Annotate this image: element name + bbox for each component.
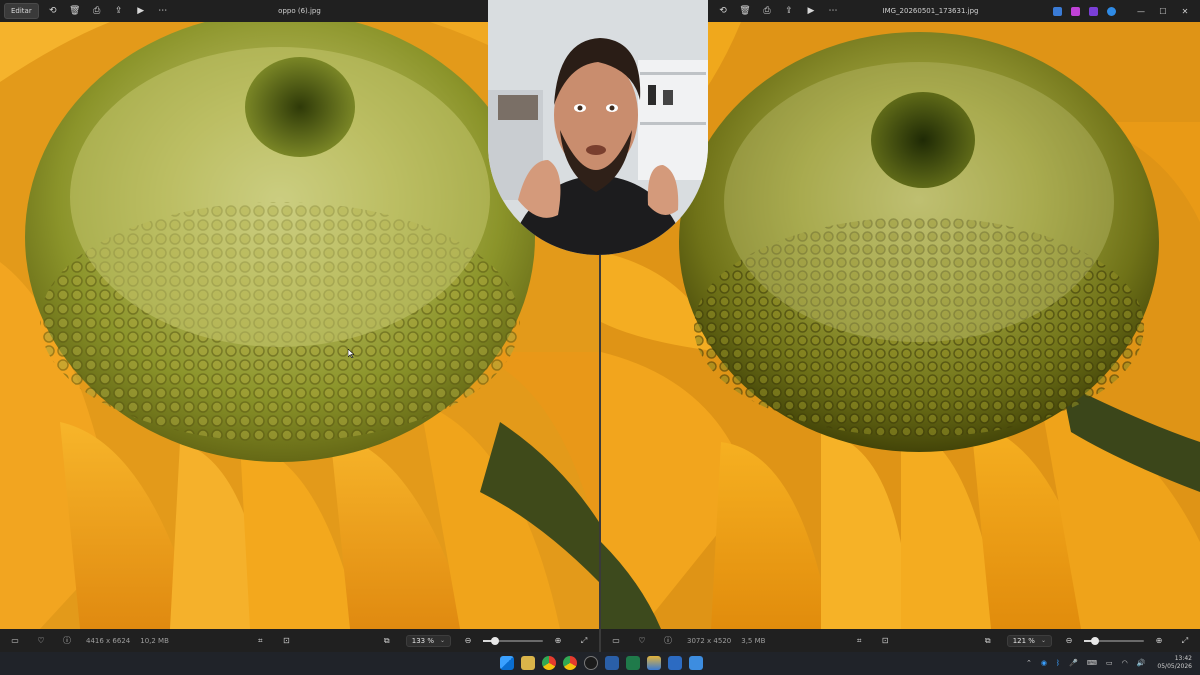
info-icon[interactable]: ⓘ [661,635,675,646]
right-statusbar: ▭ ♡ ⓘ 3072 x 4520 3,5 MB ⌗ ⊡ ⧉ 121 % ⌄ ⊖… [601,629,1200,652]
clock-date: 05/05/2026 [1157,663,1192,670]
more-icon[interactable]: ⋯ [825,3,841,19]
filmstrip-icon[interactable]: ▭ [8,636,22,645]
edit-app-icon[interactable] [1053,6,1062,16]
chevron-down-icon: ⌄ [439,637,446,644]
clock-time: 13:42 [1174,655,1192,662]
zoom-out-icon[interactable]: ⊖ [1062,636,1076,645]
windows-taskbar: ⌃ ◉ ᛒ 🎤 ⌨ ▭ ◠ 🔊 13:42 05/05/2026 [0,652,1200,675]
fullscreen-icon[interactable]: ⤢ [577,636,591,646]
bluetooth-icon[interactable]: ᛒ [1056,659,1060,667]
chevron-down-icon: ⌄ [1040,637,1046,644]
file-size: 3,5 MB [741,636,766,645]
photos-app-icon[interactable] [605,656,619,670]
edit-button[interactable]: Editar [4,3,39,19]
zoom-slider-thumb[interactable] [491,636,500,645]
gallery-icon[interactable] [647,656,661,670]
mouse-cursor-icon [348,349,354,358]
taskbar-apps [500,656,710,670]
zoom-slider-thumb[interactable] [1090,636,1099,645]
print-icon[interactable]: ⎙ [89,3,105,19]
left-statusbar: ▭ ♡ ⓘ 4416 x 6624 10,2 MB ⌗ ⊡ ⧉ 133 % ⌄ … [0,629,599,652]
zoom-slider[interactable] [1084,636,1144,645]
minimize-icon[interactable]: — [1130,7,1152,16]
photo-editor-icon[interactable] [626,656,640,670]
fullscreen-icon[interactable]: ⤢ [1178,636,1192,646]
rotate-icon[interactable]: ⟲ [45,3,61,19]
compare-icon[interactable]: ⊡ [878,636,892,645]
print-icon[interactable]: ⎙ [759,3,775,19]
compare-icon[interactable]: ⊡ [279,636,293,645]
zoom-dropdown[interactable]: 133 % ⌄ [405,634,452,647]
clock[interactable]: 13:42 05/05/2026 [1157,655,1192,671]
favorite-icon[interactable]: ♡ [635,636,649,645]
slideshow-icon[interactable]: ▶ [133,3,149,19]
wifi-icon[interactable]: ◠ [1122,659,1128,667]
chrome-icon[interactable] [542,656,556,670]
zoom-value: 133 % [411,636,434,645]
zoom-in-icon[interactable]: ⊕ [551,636,565,645]
microphone-icon[interactable]: 🎤 [1069,659,1078,667]
chrome-profile-icon[interactable] [563,656,577,670]
keyboard-icon[interactable]: ⌨ [1087,659,1097,667]
zoom-out-icon[interactable]: ⊖ [461,636,475,645]
close-icon[interactable]: ✕ [1174,7,1196,16]
clipchamp-icon[interactable] [1089,6,1098,16]
info-icon[interactable]: ⓘ [60,635,74,646]
webcam-overlay [488,0,708,255]
slideshow-icon[interactable]: ▶ [803,3,819,19]
volume-icon[interactable]: 🔊 [1137,659,1146,667]
designer-app-icon[interactable] [1071,6,1080,16]
chevron-up-icon[interactable]: ⌃ [1026,659,1032,667]
filmstrip-icon[interactable]: ▭ [609,636,623,645]
zoom-dropdown[interactable]: 121 % ⌄ [1006,634,1052,647]
photos-third-icon[interactable] [689,656,703,670]
crop-icon[interactable]: ⌗ [253,636,267,646]
crop-icon[interactable]: ⌗ [852,636,866,646]
start-icon[interactable] [500,656,514,670]
maximize-icon[interactable]: ☐ [1152,7,1174,16]
rotate-icon[interactable]: ⟲ [715,3,731,19]
onedrive-icon[interactable] [1107,6,1116,16]
system-tray: ⌃ ◉ ᛒ 🎤 ⌨ ▭ ◠ 🔊 13:42 05/05/2026 [1017,655,1192,671]
obs-icon[interactable] [584,656,598,670]
zoom-in-icon[interactable]: ⊕ [1152,636,1166,645]
image-dimensions: 3072 x 4520 [687,636,732,645]
file-size: 10,2 MB [140,636,169,645]
share-icon[interactable]: ⇪ [111,3,127,19]
more-icon[interactable]: ⋯ [155,3,171,19]
fit-window-icon[interactable]: ⧉ [981,636,995,646]
photos-second-icon[interactable] [668,656,682,670]
delete-icon[interactable]: 🗑 [67,3,83,19]
zoom-slider[interactable] [483,636,544,645]
file-explorer-icon[interactable] [521,656,535,670]
share-icon[interactable]: ⇪ [781,3,797,19]
zoom-value: 121 % [1012,636,1035,645]
display-icon[interactable]: ▭ [1106,659,1113,667]
network-app-icon[interactable]: ◉ [1041,659,1047,667]
image-dimensions: 4416 x 6624 [86,636,131,645]
fit-window-icon[interactable]: ⧉ [380,636,394,646]
favorite-icon[interactable]: ♡ [34,636,48,645]
screen: Editar ⟲ 🗑 ⎙ ⇪ ▶ ⋯ oppo (6).jpg ▭ ♡ ⓘ 44… [0,0,1200,675]
delete-icon[interactable]: 🗑 [737,3,753,19]
